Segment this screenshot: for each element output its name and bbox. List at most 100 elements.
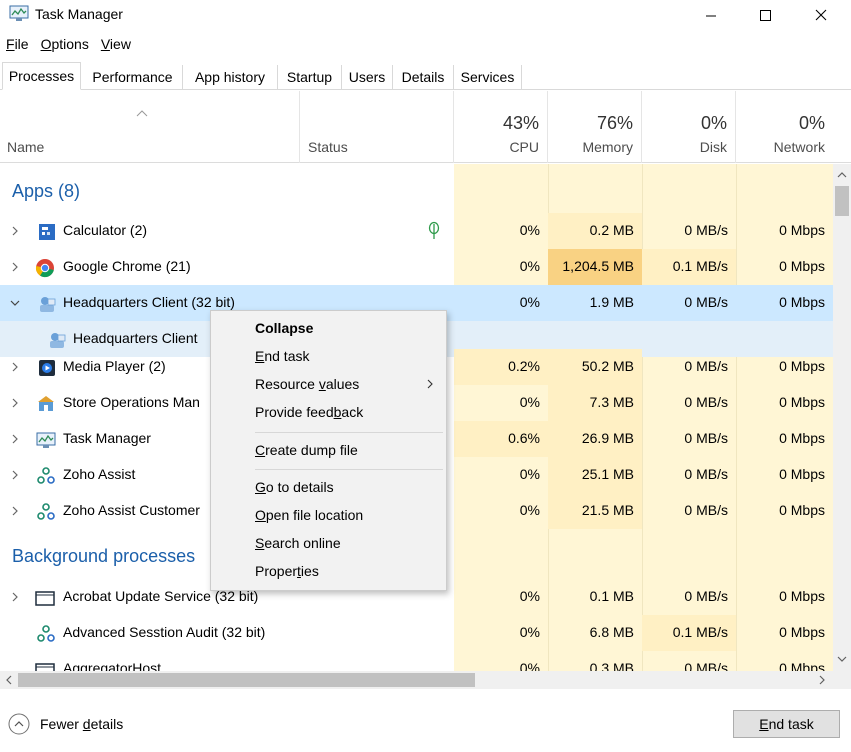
group-apps-label: Apps (8): [12, 181, 81, 201]
network-cell: 0 Mbps: [779, 660, 825, 671]
menu-view[interactable]: View: [95, 34, 137, 56]
expand-chevron-icon[interactable]: [10, 469, 20, 481]
cpu-cell: 0%: [519, 258, 540, 274]
zoho-assist-icon: [37, 625, 55, 642]
header-disk[interactable]: 0% Disk: [642, 91, 736, 163]
header-memory-label: Memory: [582, 139, 633, 155]
process-name: Media Player (2): [63, 358, 166, 374]
process-name: Task Manager: [63, 430, 151, 446]
network-cell: 0 Mbps: [779, 394, 825, 410]
process-row[interactable]: Google Chrome (21) 0% 1,204.5 MB 0.1 MB/…: [0, 249, 833, 285]
close-button[interactable]: [798, 0, 844, 30]
process-name: AggregatorHost: [63, 660, 162, 671]
process-row[interactable]: AggregatorHost 0% 0.3 MB 0 MB/s 0 Mbps: [0, 651, 833, 671]
menu-options-rest: ptions: [51, 36, 89, 52]
horizontal-scrollbar[interactable]: [0, 671, 833, 689]
cpu-cell: 0%: [519, 394, 540, 410]
context-menu-separator: [255, 432, 443, 433]
header-memory[interactable]: 76% Memory: [548, 91, 642, 163]
memory-cell: 21.5 MB: [548, 493, 642, 529]
process-row[interactable]: Advanced Sesstion Audit (32 bit) 0% 6.8 …: [0, 615, 833, 651]
header-name-label: Name: [7, 139, 45, 155]
tab-app-history[interactable]: App history: [183, 65, 278, 90]
header-status-label: Status: [308, 139, 348, 155]
sort-ascending-icon: [136, 110, 148, 117]
context-menu-end-task[interactable]: End task: [255, 348, 309, 364]
cpu-cell: 0%: [519, 222, 540, 238]
header-status[interactable]: Status: [300, 91, 454, 163]
task-manager-icon: [36, 432, 56, 448]
window-icon: [35, 591, 55, 606]
cpu-cell: 0%: [519, 502, 540, 518]
disk-cell: 0.1 MB/s: [642, 615, 736, 651]
network-cell: 0 Mbps: [779, 502, 825, 518]
expand-chevron-icon[interactable]: [10, 225, 20, 237]
header-name[interactable]: Name: [0, 91, 300, 163]
tab-details[interactable]: Details: [393, 65, 454, 90]
disk-cell: 0 MB/s: [684, 660, 728, 671]
scroll-right-icon[interactable]: [817, 675, 827, 685]
submenu-arrow-icon: [427, 379, 433, 389]
scroll-down-icon[interactable]: [837, 654, 847, 664]
context-menu-properties[interactable]: Properties: [255, 563, 319, 579]
chrome-icon: [35, 259, 54, 278]
process-name: Calculator (2): [63, 222, 148, 238]
expand-chevron-icon[interactable]: [10, 433, 20, 445]
task-manager-app-icon: [9, 5, 29, 21]
cpu-cell: 0%: [519, 466, 540, 482]
process-name: Store Operations Man: [63, 394, 200, 410]
context-menu-open-file-location[interactable]: Open file location: [255, 507, 363, 523]
menu-options[interactable]: Options: [35, 34, 95, 56]
zoho-assist-icon: [37, 467, 55, 484]
tab-services[interactable]: Services: [454, 65, 522, 90]
end-task-button[interactable]: End task: [733, 710, 840, 738]
memory-cell: 6.8 MB: [589, 624, 634, 640]
context-menu-go-to-details[interactable]: Go to details: [255, 479, 334, 495]
process-row[interactable]: Calculator (2) 0% 0.2 MB 0 MB/s 0 Mbps: [0, 213, 833, 249]
collapse-chevron-icon[interactable]: [10, 297, 20, 309]
context-menu: Collapse End task Resource values Provid…: [210, 310, 447, 591]
media-player-icon: [39, 360, 55, 376]
context-menu-provide-feedback[interactable]: Provide feedback: [255, 404, 363, 420]
header-network[interactable]: 0% Network: [736, 91, 833, 163]
tab-startup[interactable]: Startup: [278, 65, 342, 90]
minimize-icon: [706, 15, 716, 17]
disk-cell: 0 MB/s: [684, 358, 728, 374]
tab-processes[interactable]: Processes: [2, 62, 81, 90]
memory-cell: 0.3 MB: [589, 660, 634, 671]
column-headers: Name Status 43% CPU 76% Memory 0% Disk 0…: [0, 91, 851, 163]
disk-cell: 0 MB/s: [684, 502, 728, 518]
calculator-icon: [39, 224, 55, 240]
network-cell: 0 Mbps: [779, 430, 825, 446]
maximize-button[interactable]: [742, 0, 788, 30]
process-name: Zoho Assist Customer: [63, 502, 200, 518]
vertical-scrollbar[interactable]: [833, 164, 851, 671]
process-name: Headquarters Client: [73, 330, 198, 346]
header-cpu[interactable]: 43% CPU: [454, 91, 548, 163]
expand-chevron-icon[interactable]: [10, 397, 20, 409]
context-menu-collapse[interactable]: Collapse: [255, 320, 313, 336]
context-menu-create-dump-file[interactable]: Create dump file: [255, 442, 358, 458]
vertical-scroll-thumb[interactable]: [835, 186, 849, 216]
expand-chevron-icon[interactable]: [10, 261, 20, 273]
scroll-up-icon[interactable]: [837, 170, 847, 180]
expand-chevron-icon[interactable]: [10, 505, 20, 517]
fewer-details-button[interactable]: Fewer details: [8, 713, 123, 735]
expand-chevron-icon[interactable]: [10, 591, 20, 603]
context-menu-search-online[interactable]: Search online: [255, 535, 341, 551]
tab-performance[interactable]: Performance: [83, 65, 183, 90]
scroll-left-icon[interactable]: [4, 675, 14, 685]
menu-file[interactable]: File: [0, 34, 35, 56]
window-icon: [35, 663, 55, 671]
context-menu-resource-values[interactable]: Resource values: [255, 376, 359, 392]
chevron-up-circle-icon: [8, 713, 30, 735]
horizontal-scroll-thumb[interactable]: [18, 673, 475, 687]
disk-cell: 0 MB/s: [684, 430, 728, 446]
minimize-button[interactable]: [688, 0, 734, 30]
menu-view-rest: iew: [109, 36, 131, 52]
group-background-label: Background processes: [12, 546, 196, 566]
maximize-icon: [760, 10, 771, 21]
tab-users[interactable]: Users: [342, 65, 393, 90]
expand-chevron-icon[interactable]: [10, 361, 20, 373]
group-header-apps[interactable]: Apps (8): [0, 174, 833, 210]
